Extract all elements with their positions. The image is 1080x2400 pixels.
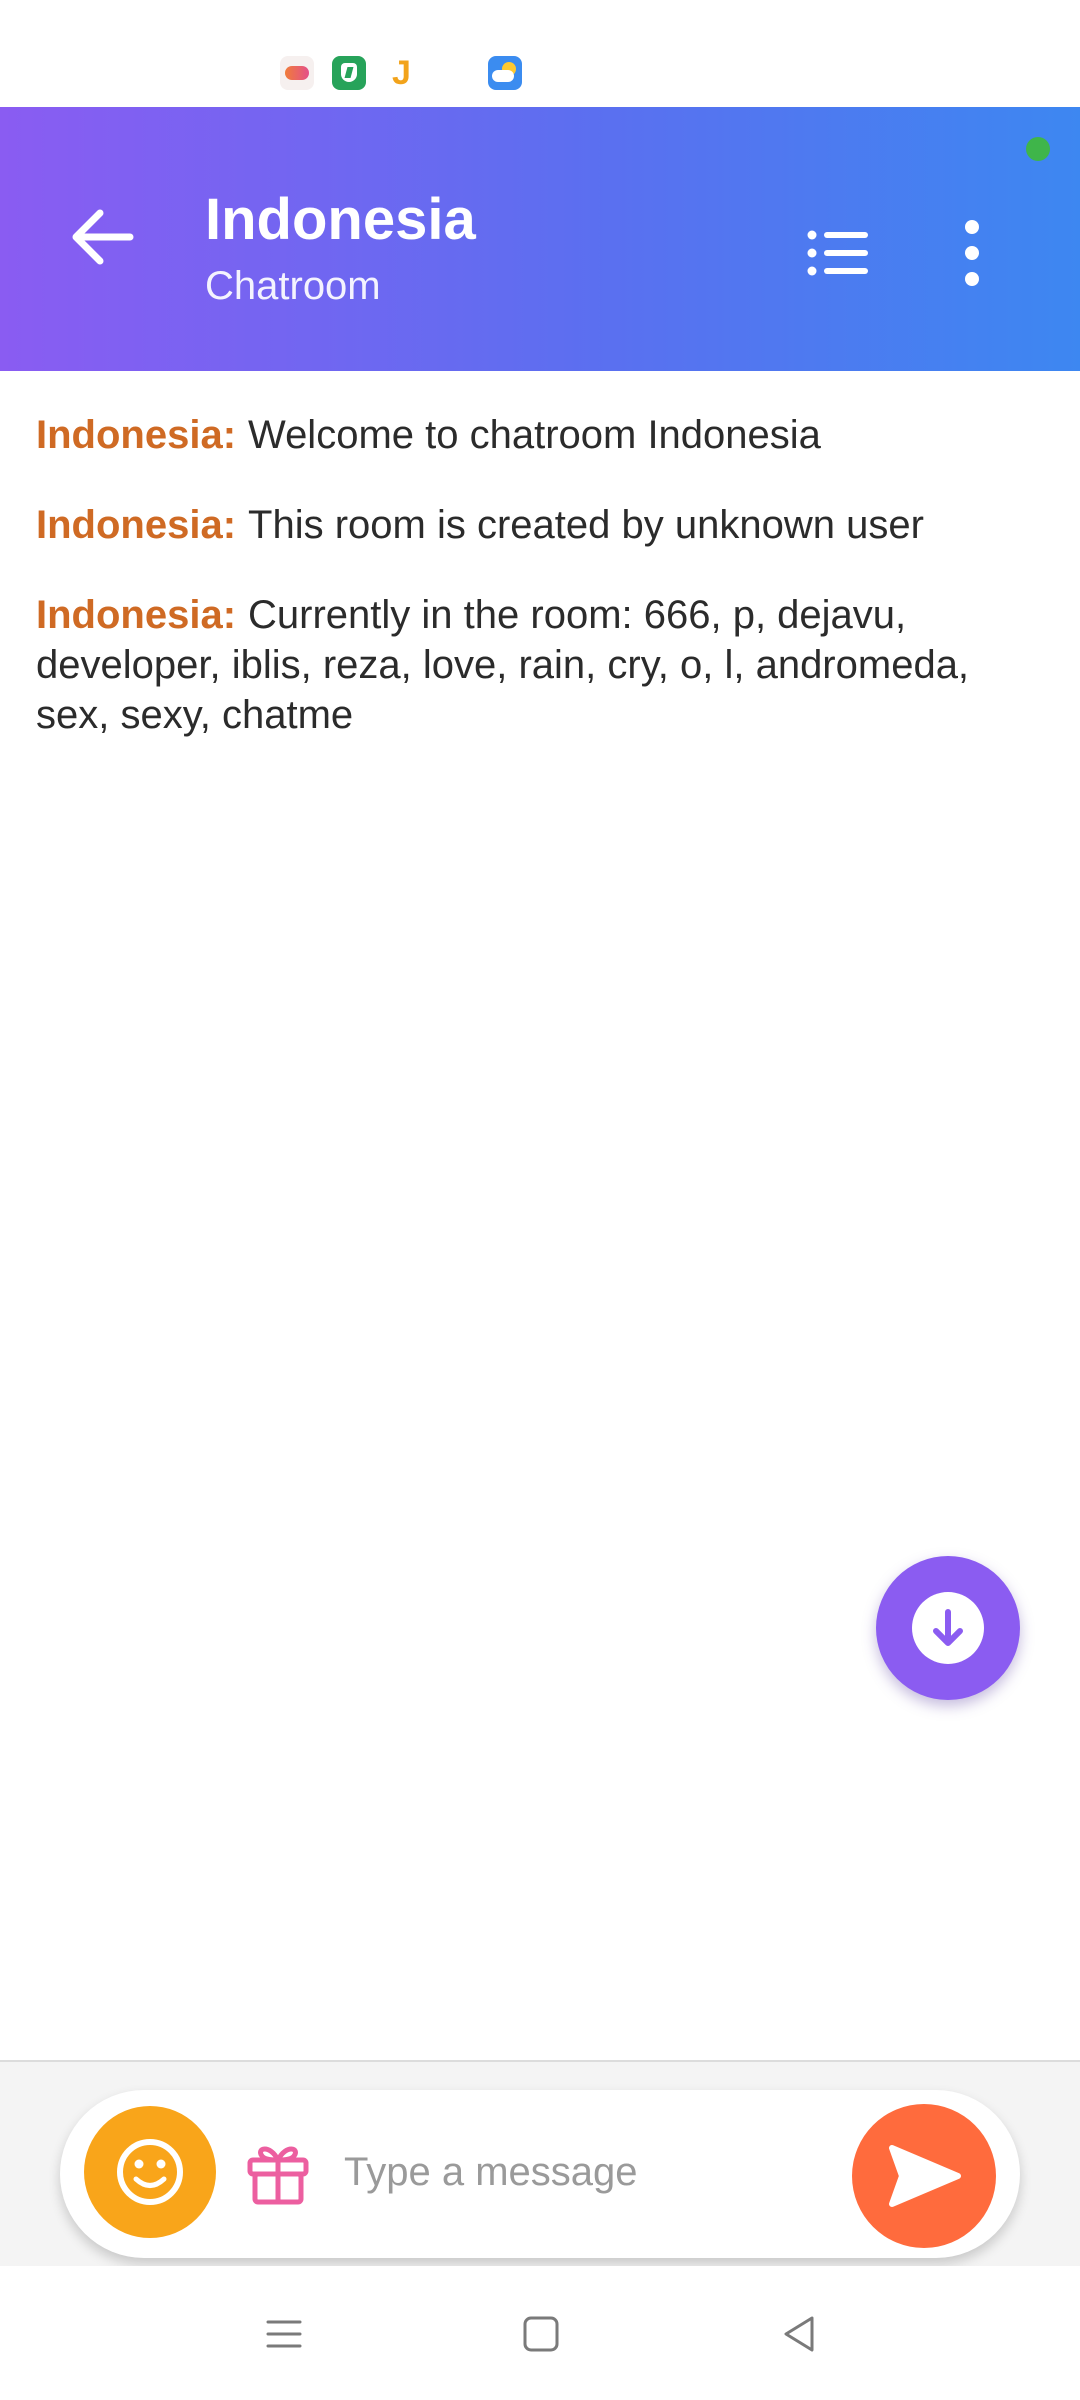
- page-title: Indonesia: [205, 187, 476, 252]
- gift-button[interactable]: [240, 2134, 316, 2210]
- nav-recents-button[interactable]: [260, 2310, 308, 2358]
- message-sender: Indonesia:: [36, 593, 237, 637]
- weather-icon: [488, 56, 522, 90]
- arrow-left-icon: [72, 209, 134, 265]
- message-item: Indonesia: Welcome to chatroom Indonesia: [36, 410, 1046, 460]
- message-composer: [60, 2090, 1020, 2258]
- back-button[interactable]: [60, 197, 150, 277]
- more-options-button[interactable]: [940, 215, 1004, 291]
- back-icon: [784, 2316, 814, 2352]
- home-icon: [523, 2316, 559, 2352]
- scroll-down-inner: [912, 1592, 984, 1664]
- message-list: Indonesia: Welcome to chatroom Indonesia …: [36, 410, 1046, 780]
- message-item: Indonesia: Currently in the room: 666, p,…: [36, 590, 1046, 740]
- message-input[interactable]: [342, 2132, 882, 2212]
- message-sender: Indonesia:: [36, 503, 237, 547]
- app-bar: Indonesia Chatroom: [0, 107, 1080, 371]
- smile-icon: [117, 2139, 183, 2205]
- send-icon: [889, 2145, 961, 2207]
- message-sender: Indonesia:: [36, 413, 237, 457]
- participants-list-button[interactable]: [800, 215, 876, 291]
- online-status-dot: [1026, 137, 1050, 161]
- message-text: This room is created by unknown user: [248, 503, 924, 547]
- list-icon: [807, 230, 868, 276]
- scroll-down-button[interactable]: [876, 1556, 1020, 1700]
- nav-home-button[interactable]: [517, 2310, 565, 2358]
- nav-back-button[interactable]: [776, 2310, 824, 2358]
- message-item: Indonesia: This room is created by unknow…: [36, 500, 1046, 550]
- system-nav-bar: [0, 2266, 1080, 2400]
- send-button[interactable]: [852, 2104, 996, 2248]
- gift-icon: [247, 2146, 309, 2205]
- composer-area: [0, 2060, 1080, 2266]
- title-block: Indonesia Chatroom: [205, 185, 476, 311]
- status-bar: [0, 0, 1080, 107]
- shield-icon: [332, 56, 366, 90]
- emoji-button[interactable]: [84, 2106, 216, 2238]
- arrow-down-icon: [933, 1609, 963, 1646]
- j-app-icon: [386, 54, 420, 93]
- game-icon: [280, 56, 314, 90]
- more-vert-icon: [965, 220, 979, 286]
- message-text: Welcome to chatroom Indonesia: [248, 413, 821, 457]
- menu-icon: [266, 2320, 302, 2348]
- page-subtitle: Chatroom: [205, 264, 381, 308]
